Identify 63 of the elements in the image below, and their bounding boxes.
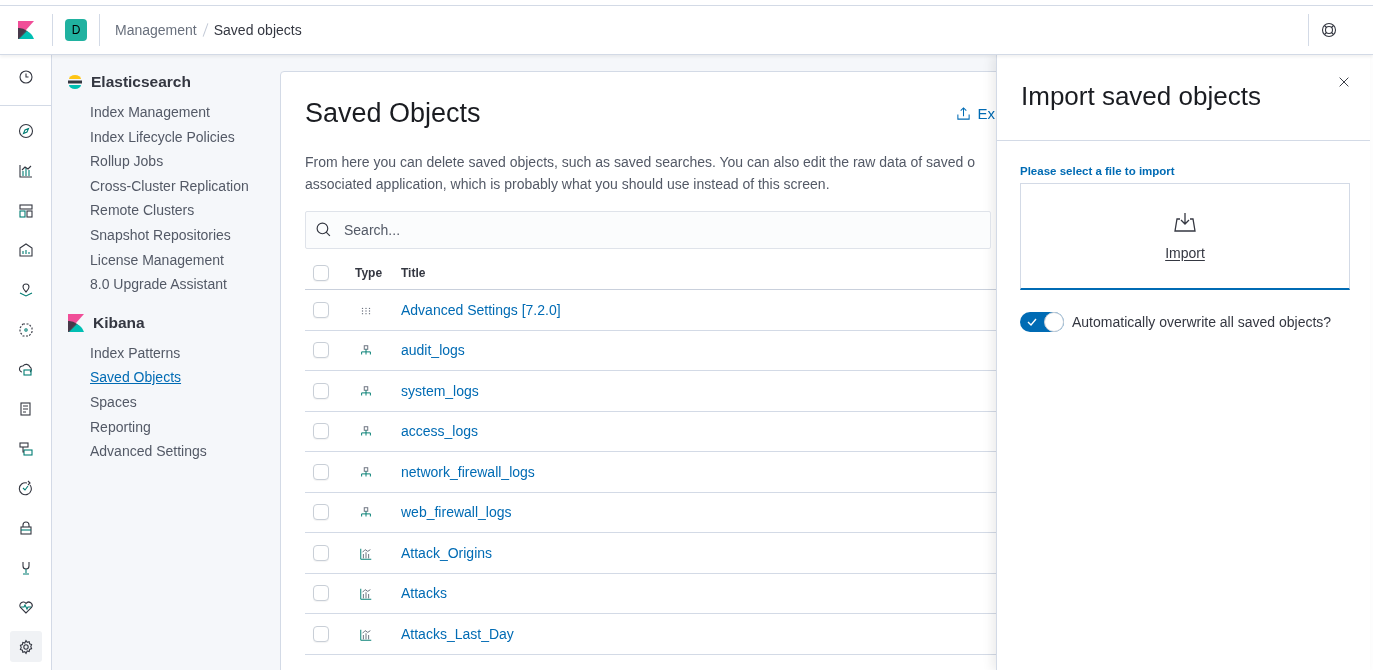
object-title-link[interactable]: audit_logs	[401, 342, 465, 359]
sidebar-item[interactable]: Index Management	[90, 100, 280, 125]
sidebar-item[interactable]: Advanced Settings	[90, 439, 280, 464]
sidebar-item[interactable]: Index Lifecycle Policies	[90, 124, 280, 150]
sidebar-item[interactable]: Cross-Cluster Replication	[90, 173, 280, 199]
checkbox[interactable]	[313, 301, 329, 318]
sidebar-item[interactable]: License Management	[90, 247, 280, 273]
space-avatar[interactable]: D	[65, 19, 87, 41]
hierarchy-icon	[359, 384, 373, 399]
check-icon	[1026, 316, 1038, 328]
checkbox[interactable]	[313, 423, 329, 440]
elasticsearch-logo-icon	[68, 75, 82, 89]
section-title: Kibana	[93, 313, 145, 332]
column-header[interactable]: Type	[355, 266, 383, 280]
search-field[interactable]: Search...	[305, 211, 991, 249]
search-icon	[315, 221, 332, 238]
toggle-switch[interactable]	[1020, 312, 1064, 332]
flyout-title: Import saved objects	[1021, 81, 1261, 113]
checkbox[interactable]	[313, 342, 329, 359]
object-title-link[interactable]: access_logs	[401, 423, 479, 440]
section-title: Elasticsearch	[91, 73, 191, 91]
bar-chart-icon	[359, 627, 373, 642]
checkbox[interactable]	[313, 504, 329, 521]
object-title-link[interactable]: system_logs	[401, 382, 479, 399]
sidebar-item[interactable]: Reporting	[90, 414, 280, 440]
object-title-link[interactable]: Attack_Origins	[401, 544, 493, 561]
checkbox[interactable]	[313, 463, 329, 480]
file-picker[interactable]: Import	[1020, 183, 1350, 290]
description-text: associated application, which is probably what you should use instead of this screen.	[305, 175, 831, 194]
checkbox[interactable]	[313, 625, 329, 642]
kibana-logo-icon	[18, 21, 34, 39]
column-header[interactable]: Title	[401, 266, 426, 280]
object-title-link[interactable]: Attacks	[401, 585, 447, 602]
object-title-link[interactable]: web_firewall_logs	[401, 504, 512, 521]
field-label: Please select a file to import	[1020, 165, 1176, 177]
sidebar-item[interactable]: Remote Clusters	[90, 198, 280, 223]
breadcrumb: Saved objects	[213, 22, 302, 38]
object-title-link[interactable]: Attacks_Last_Day	[401, 625, 514, 642]
upload-icon	[956, 106, 972, 121]
import-icon	[1173, 211, 1197, 233]
sidebar-item[interactable]: Rollup Jobs	[90, 149, 280, 174]
sidebar-item[interactable]: Spaces	[90, 389, 280, 415]
checkbox[interactable]	[313, 544, 329, 561]
bar-chart-icon	[359, 546, 373, 561]
object-title-link[interactable]: network_firewall_logs	[401, 463, 535, 480]
settings-icon[interactable]	[9, 631, 42, 663]
sidebar-item[interactable]: 8.0 Upgrade Assistant	[90, 272, 280, 297]
kibana-logo-icon	[68, 313, 84, 332]
object-title-link[interactable]: Advanced Settings [7.2.0]	[401, 301, 561, 318]
sidebar-item[interactable]: Index Patterns	[90, 340, 280, 366]
sidebar-item[interactable]: Snapshot Repositories	[90, 222, 280, 248]
checkbox[interactable]	[313, 382, 329, 399]
checkbox[interactable]	[313, 585, 329, 602]
bar-chart-icon	[359, 587, 373, 602]
breadcrumb[interactable]: Management	[115, 22, 197, 38]
toggle-label: Automatically overwrite all saved objects?	[1072, 314, 1332, 330]
hierarchy-icon	[359, 465, 373, 480]
help-icon[interactable]	[1321, 22, 1337, 38]
description-text: From here you can delete saved objects, such as saved searches. You can also edit the raw data of saved o	[305, 153, 977, 172]
export-button[interactable]: Ex	[956, 105, 995, 122]
checkbox[interactable]	[313, 265, 329, 281]
page-title: Saved Objects	[305, 98, 481, 129]
sidebar-item[interactable]: Saved Objects	[90, 365, 280, 390]
